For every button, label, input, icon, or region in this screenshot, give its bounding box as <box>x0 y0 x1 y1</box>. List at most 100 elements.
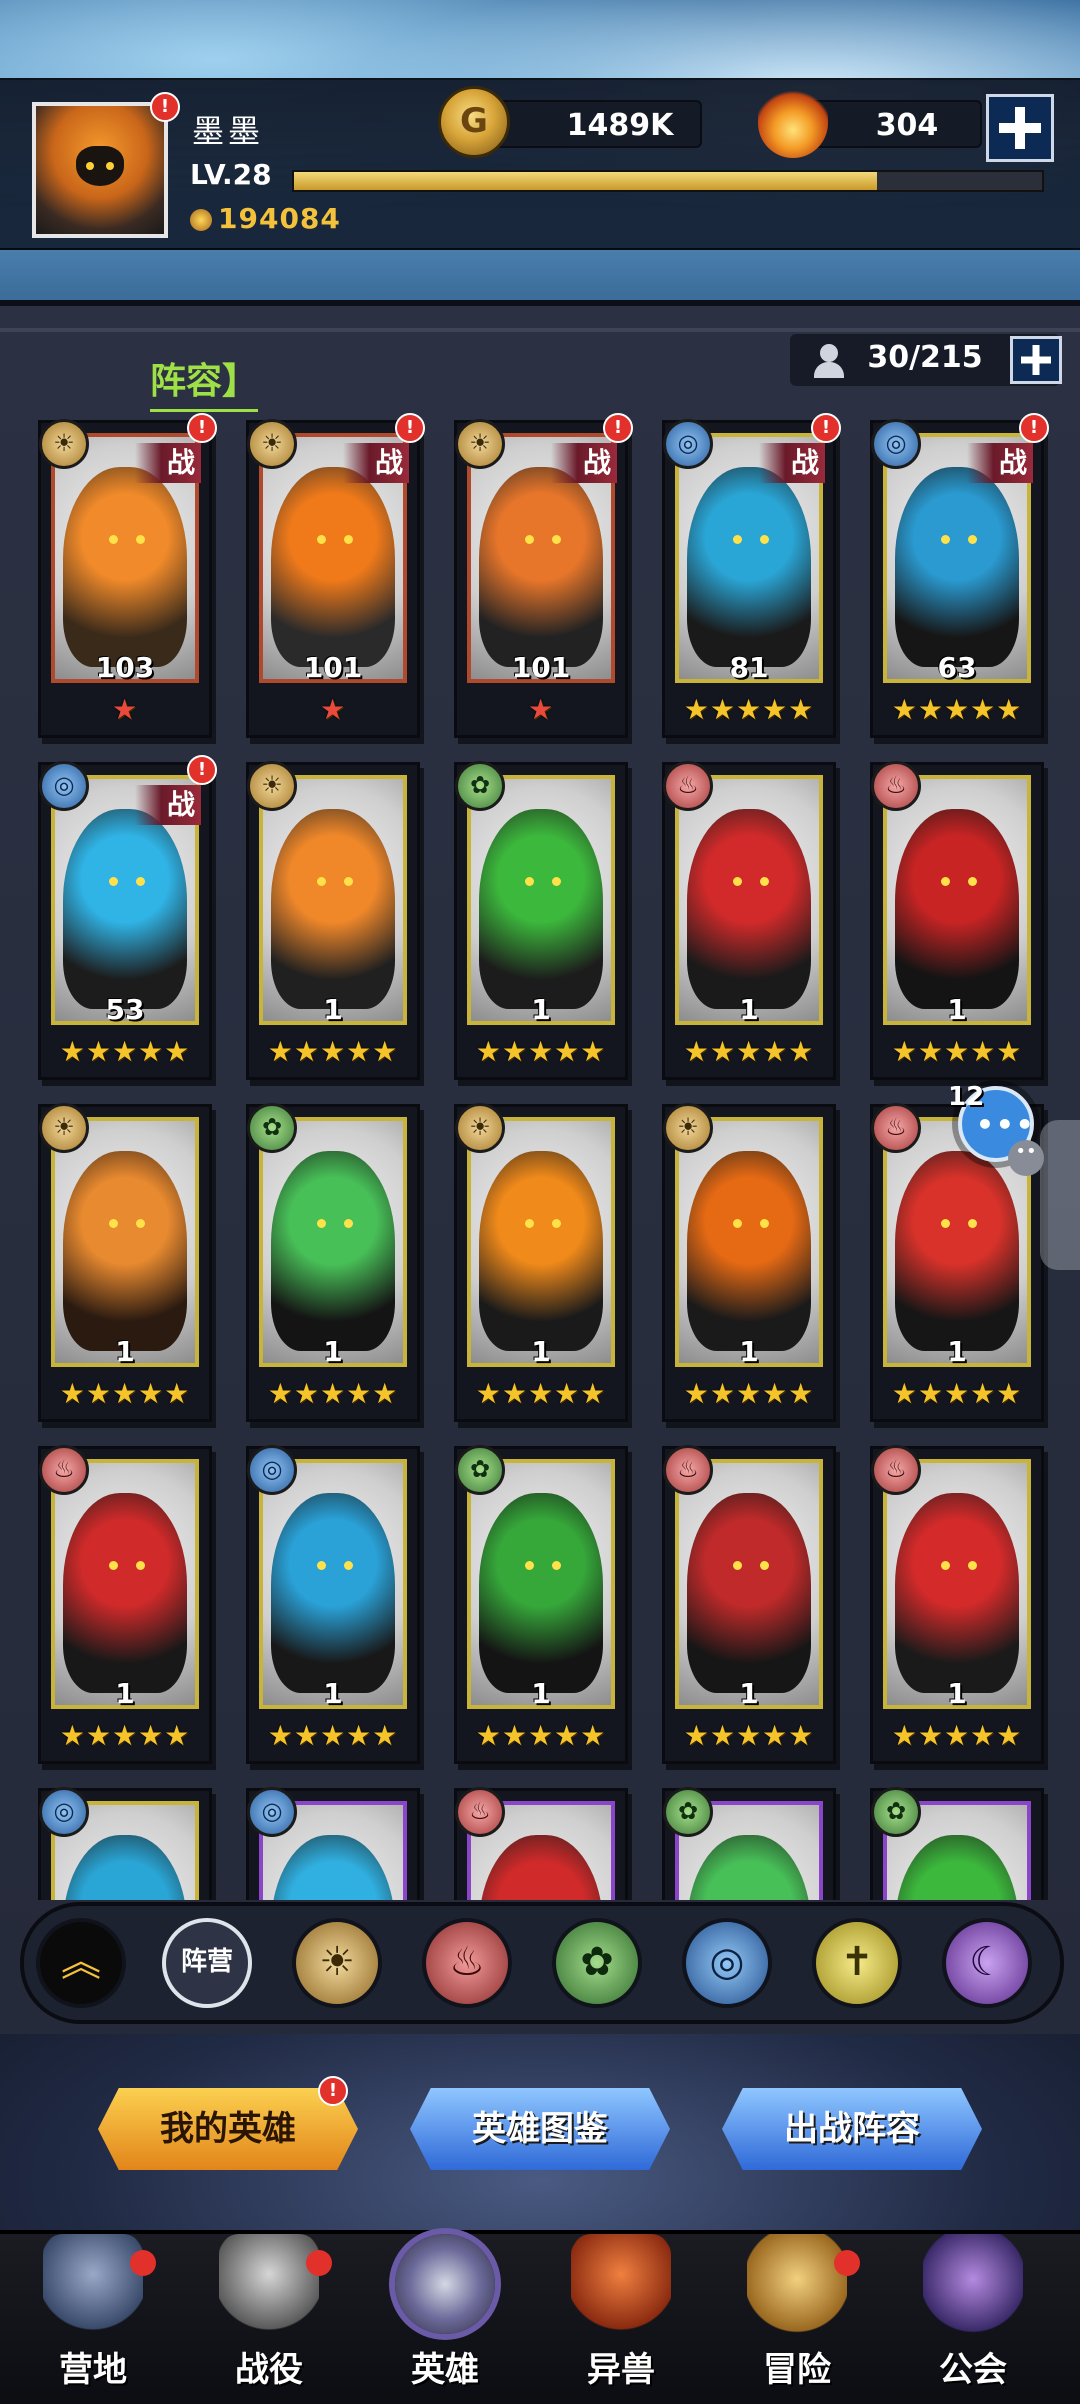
filter-camp-button[interactable]: 阵营 <box>162 1918 252 2008</box>
filter-holy-icon[interactable]: ✝ <box>812 1918 902 2008</box>
hero-card[interactable]: ◎ 战! 63 ★★★★★ <box>870 413 1049 738</box>
helmet-icon <box>395 2234 495 2334</box>
hero-eyes <box>731 535 771 545</box>
hero-card[interactable]: ◎ 1 ★★★★★ <box>246 1445 420 1764</box>
faction-fire-icon: ♨ <box>663 1445 713 1495</box>
hero-card[interactable]: ☀ 战! 103 ★ <box>38 413 217 738</box>
hero-card[interactable]: ✿ <box>662 1787 836 1900</box>
xp-bar-fill <box>294 172 878 190</box>
tab-battle-lineup[interactable]: 出战阵容 <box>722 2088 982 2170</box>
hero-card[interactable]: ♨ 1 ★★★★★ <box>870 761 1044 1080</box>
hero-art <box>479 1493 603 1693</box>
faction-water-icon: ◎ <box>663 419 713 469</box>
more-dots-icon[interactable]: •• <box>1008 1140 1044 1176</box>
hero-card[interactable]: ☀ 1 ★★★★★ <box>662 1103 836 1422</box>
hero-art <box>687 1151 811 1351</box>
collapse-up-icon[interactable]: ︽ <box>36 1918 126 2008</box>
hero-level: 1 <box>947 1335 967 1368</box>
filter-nature-icon[interactable]: ✿ <box>552 1918 642 2008</box>
filter-water-icon[interactable]: ◎ <box>682 1918 772 2008</box>
hero-card[interactable]: ♨ 1 ★★★★★ <box>662 1445 836 1764</box>
hero-card[interactable]: ♨ 1 ★★★★★ <box>870 1445 1044 1764</box>
hero-level: 1 <box>323 993 343 1026</box>
expand-roster-button[interactable] <box>1010 336 1062 384</box>
person-add-icon <box>812 344 848 378</box>
hero-art <box>63 1835 187 1900</box>
tab-hero-guide[interactable]: 英雄图鉴 <box>410 2088 670 2170</box>
nav-item[interactable]: 英雄 <box>360 2230 530 2400</box>
in-battle-tag: 战 <box>343 443 409 483</box>
hero-art <box>63 467 187 667</box>
hero-level: 1 <box>115 1335 135 1368</box>
tab-my-heroes[interactable]: 我的英雄 <box>98 2088 358 2170</box>
hero-art <box>687 1835 811 1900</box>
nav-item[interactable]: 冒险 <box>712 2230 882 2400</box>
player-name: 墨墨 <box>192 112 265 150</box>
hero-stars: ★★★★★ <box>267 1035 399 1068</box>
hero-level: 1 <box>531 1677 551 1710</box>
hero-card[interactable]: ✿ <box>870 1787 1044 1900</box>
hero-stars: ★★★★★ <box>891 1035 1023 1068</box>
hero-portrait <box>259 1117 407 1367</box>
gold-value: 1489K <box>566 108 674 143</box>
hero-eyes <box>731 877 771 887</box>
hero-card[interactable]: ☀ 战! 101 ★ <box>246 413 425 738</box>
hero-portrait <box>51 1459 199 1709</box>
hero-card[interactable]: ✿ 1 ★★★★★ <box>246 1103 420 1422</box>
hero-card[interactable]: ♨ 1 ★★★★★ <box>662 761 836 1080</box>
guild-scroll-icon <box>923 2234 1023 2334</box>
hero-eyes <box>107 877 147 887</box>
filter-dark-icon[interactable]: ☾ <box>942 1918 1032 2008</box>
hero-art <box>63 809 187 1009</box>
hero-card[interactable]: ☀ 1 ★★★★★ <box>38 1103 212 1422</box>
camp-icon <box>43 2234 143 2334</box>
chat-unread-count: 12 <box>948 1082 985 1112</box>
hero-portrait <box>259 1459 407 1709</box>
hero-stars: ★★★★★ <box>891 693 1023 726</box>
hero-card[interactable]: ☀ 战! 101 ★ <box>454 413 633 738</box>
hero-alert-badge: ! <box>395 413 425 443</box>
player-avatar[interactable] <box>32 102 168 238</box>
nav-item[interactable]: 营地 <box>8 2230 178 2400</box>
hero-eyes <box>939 877 979 887</box>
nav-label: 异兽 <box>587 2350 655 2390</box>
hero-card[interactable]: ◎ 战! 53 ★★★★★ <box>38 755 217 1080</box>
hero-stars: ★★★★★ <box>59 1719 191 1752</box>
hero-card[interactable]: ☀ 1 ★★★★★ <box>454 1103 628 1422</box>
hero-card[interactable]: ☀ 1 ★★★★★ <box>246 761 420 1080</box>
hero-stars: ★★★★★ <box>475 1377 607 1410</box>
nav-item[interactable]: 异兽 <box>536 2230 706 2400</box>
hero-portrait <box>467 1117 615 1367</box>
add-gems-button[interactable] <box>986 94 1054 162</box>
nav-item[interactable]: 战役 <box>184 2230 354 2400</box>
faction-water-icon: ◎ <box>39 1787 89 1837</box>
hero-card[interactable]: ✿ 1 ★★★★★ <box>454 761 628 1080</box>
hero-stars: ★ <box>527 693 555 726</box>
faction-sun-icon: ☀ <box>455 419 505 469</box>
panel-divider <box>0 328 1080 332</box>
faction-nature-icon: ✿ <box>455 1445 505 1495</box>
hero-card[interactable]: ✿ 1 ★★★★★ <box>454 1445 628 1764</box>
hero-level: 1 <box>947 993 967 1026</box>
hero-card[interactable]: ◎ <box>246 1787 420 1900</box>
faction-fire-icon: ♨ <box>871 761 921 811</box>
my-heroes-alert-badge: ! <box>318 2076 348 2106</box>
hero-card[interactable]: ♨ 1 ★★★★★ <box>38 1445 212 1764</box>
side-drawer-handle[interactable] <box>1040 1120 1080 1270</box>
filter-fire-icon[interactable]: ♨ <box>422 1918 512 2008</box>
hero-eyes <box>939 1561 979 1571</box>
hero-alert-badge: ! <box>603 413 633 443</box>
nav-label: 公会 <box>939 2350 1007 2390</box>
hero-portrait <box>675 1117 823 1367</box>
hero-card[interactable]: ◎ 战! 81 ★★★★★ <box>662 413 841 738</box>
hero-eyes <box>315 1219 355 1229</box>
faction-nature-icon: ✿ <box>871 1787 921 1837</box>
hero-card[interactable]: ♨ <box>454 1787 628 1900</box>
filter-sun-icon[interactable]: ☀ <box>292 1918 382 2008</box>
player-level: LV.28 <box>190 158 272 191</box>
nav-item[interactable]: 公会 <box>888 2230 1058 2400</box>
hero-art <box>271 1493 395 1693</box>
hero-card[interactable]: ◎ <box>38 1787 212 1900</box>
hero-level: 63 <box>937 651 977 684</box>
lineup-tab[interactable]: 阵容】 <box>150 352 259 412</box>
